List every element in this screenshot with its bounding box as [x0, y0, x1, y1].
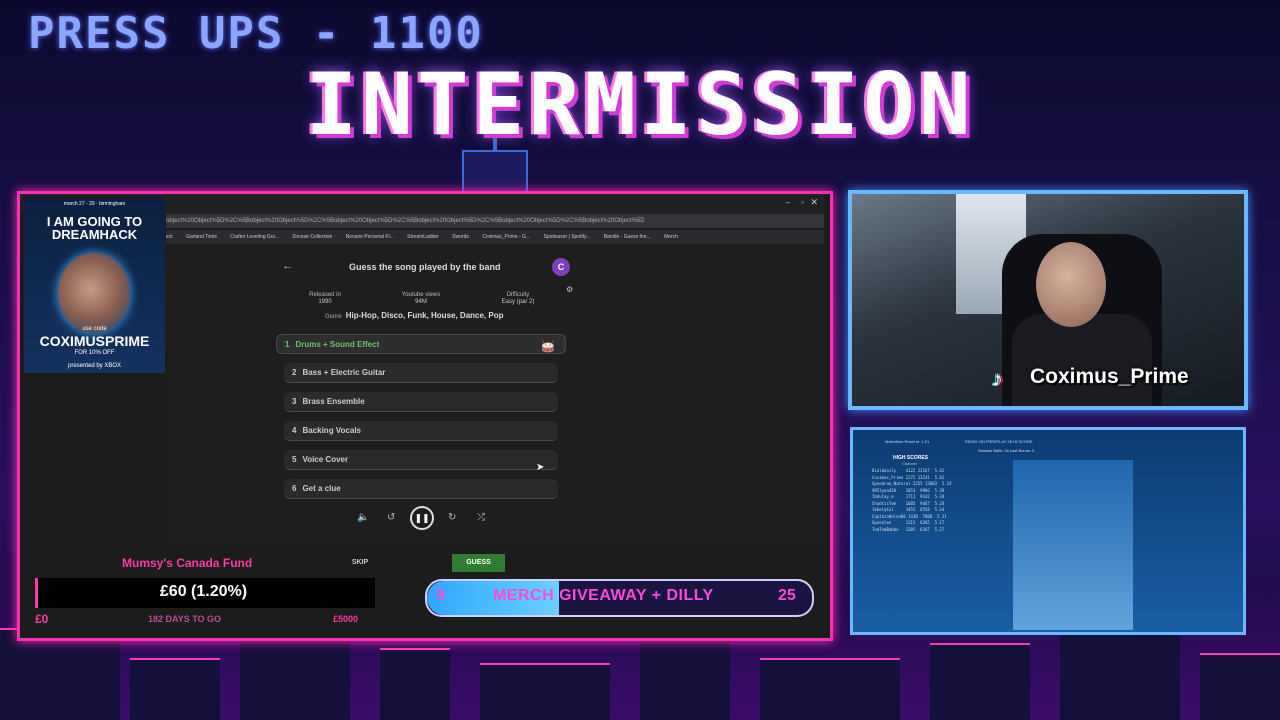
- fund-amount: £60 (1.20%): [159, 583, 248, 600]
- high-scores-list: Bialdanily 4122 22167 5.42 Coximus_Prime…: [872, 468, 952, 532]
- promo-use-code: use code: [82, 326, 107, 332]
- press-ups-counter: PRESS UPS - 1100: [28, 8, 484, 59]
- bookmark[interactable]: Swords: [452, 234, 469, 240]
- building: [380, 648, 450, 720]
- guess-button[interactable]: GUESS: [452, 554, 505, 572]
- gear-icon[interactable]: ⚙: [566, 285, 573, 294]
- rewind-icon[interactable]: ↺: [387, 512, 395, 523]
- bookmark[interactable]: Novune Personal Fl...: [346, 234, 394, 240]
- bookmark[interactable]: StreamLadder: [407, 234, 439, 240]
- difficulty-value: Easy (par 2): [501, 299, 535, 305]
- fund-max: £5000: [333, 614, 359, 624]
- mouse-cursor-icon: ➤: [536, 462, 545, 473]
- bookmark[interactable]: Spotisaver | Spotify...: [544, 234, 591, 240]
- dreamhack-promo: march 27 - 29 · birmingham I AM GOING TO…: [24, 198, 165, 373]
- building: [930, 643, 1030, 720]
- giveaway-label: MERCH GIVEAWAY + DILLY: [493, 587, 714, 604]
- bookmark[interactable]: Coximus_Prime - G...: [482, 234, 530, 240]
- building: [130, 658, 220, 720]
- high-scores-channel: Channel: [902, 461, 917, 466]
- fund-days-left: 182 DAYS TO GO: [148, 614, 222, 624]
- fund-title: Mumsy's Canada Fund: [122, 556, 253, 570]
- bookmarks-bar: ect Garland Tools Crafter Leveling Gui..…: [166, 230, 824, 244]
- difficulty-label: Difficulty: [506, 292, 530, 298]
- fund-min: £0: [35, 612, 49, 626]
- building: [640, 638, 730, 720]
- bookmark[interactable]: Crafter Leveling Gui...: [230, 234, 279, 240]
- skip-button[interactable]: SKIP: [344, 555, 376, 571]
- address-bar[interactable]: object%20Object%5D%2C%5Bobject%20Object%…: [166, 214, 824, 228]
- intermission-title: INTERMISSION: [305, 55, 975, 155]
- bookmark[interactable]: ect: [166, 234, 173, 240]
- page-title: Guess the song played by the band: [349, 262, 501, 272]
- promo-discount: FOR 10% OFF: [74, 350, 115, 356]
- clue-row-2[interactable]: 2 Bass + Electric Guitar: [284, 363, 558, 383]
- streamer-portrait: [58, 253, 130, 333]
- shuffle-icon[interactable]: ⤮: [477, 512, 485, 523]
- maximize-icon[interactable]: ▫: [801, 198, 804, 207]
- clue-row-1[interactable]: 1 Drums + Sound Effect 🥁: [276, 334, 566, 354]
- mode-status: REMIX ON FREEPLAY 28 HI SCORE: [965, 439, 1033, 444]
- pause-button[interactable]: ❚❚: [410, 506, 434, 530]
- clue-row-4[interactable]: 4 Backing Vocals: [284, 421, 558, 441]
- minimize-icon[interactable]: –: [786, 198, 790, 207]
- building: [1060, 623, 1180, 720]
- released-label: Released in: [309, 292, 341, 298]
- released-value: 1990: [318, 299, 332, 305]
- session-info: Session Balls: 28 Last Bonus: 0: [978, 448, 1035, 453]
- back-arrow-icon[interactable]: ←: [282, 260, 293, 272]
- promo-date: march 27 - 29 · birmingham: [63, 201, 126, 207]
- match-timer: Matchtime Reset in: 1:21: [885, 439, 930, 444]
- genre-line: Genre Hip-Hop, Disco, Funk, House, Dance,…: [325, 311, 504, 320]
- drum-icon: 🥁: [541, 341, 555, 353]
- close-icon[interactable]: ✕: [810, 197, 818, 208]
- streamer-body: [1012, 314, 1152, 406]
- bookmark[interactable]: Garland Tools: [186, 234, 217, 240]
- playfield: [1013, 460, 1133, 630]
- building: [760, 658, 900, 720]
- promo-presented: presented by XBOX: [67, 363, 122, 369]
- bookmark[interactable]: Merch: [664, 234, 678, 240]
- building: [1200, 653, 1280, 720]
- giveaway-current: 9: [436, 587, 445, 604]
- clue-row-5[interactable]: 5 Voice Cover: [284, 450, 558, 470]
- bookmark[interactable]: Bandle - Guess the...: [604, 234, 651, 240]
- promo-headline: I AM GOING TO DREAMHACK: [46, 214, 143, 242]
- building: [0, 628, 120, 720]
- clue-row-3[interactable]: 3 Brass Ensemble: [284, 392, 558, 412]
- views-label: Youtube views: [401, 292, 441, 298]
- streamer-head: [1036, 242, 1106, 327]
- giveaway-goal: 25: [778, 587, 796, 604]
- building: [480, 663, 610, 720]
- bookmark[interactable]: Zonzae Collection: [292, 234, 332, 240]
- views-value: 94M: [415, 299, 427, 305]
- avatar[interactable]: C: [552, 258, 570, 276]
- clue-row-6[interactable]: 6 Get a clue: [284, 479, 558, 499]
- promo-code: COXIMUSPRIME: [39, 333, 150, 349]
- streamer-name: Coximus_Prime: [1030, 365, 1189, 388]
- volume-icon[interactable]: 🔈: [357, 512, 369, 523]
- tiktok-icon: ♪: [992, 366, 1003, 391]
- forward-icon[interactable]: ↻: [448, 512, 456, 523]
